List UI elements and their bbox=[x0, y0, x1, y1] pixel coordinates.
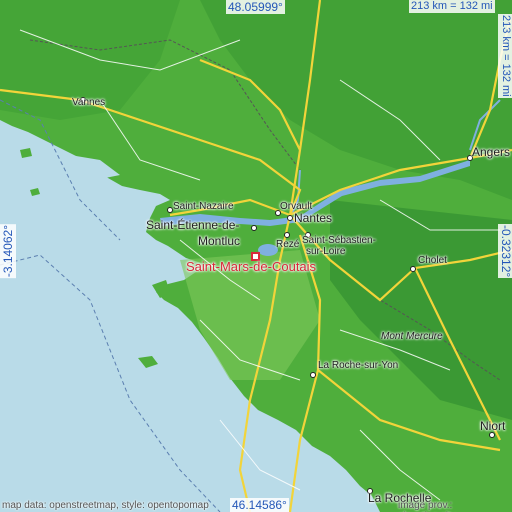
coord-left: -3.14062° bbox=[0, 224, 16, 279]
city-label-niort: Niort bbox=[480, 419, 506, 433]
target-location-label: Saint-Mars-de-Coutais bbox=[186, 259, 317, 274]
scale-vertical: 213 km = 132 mi bbox=[498, 14, 512, 98]
scale-horizontal: 213 km = 132 mi bbox=[409, 0, 495, 13]
map-credit: map data: openstreetmap, style: opentopo… bbox=[2, 500, 209, 511]
map-view[interactable]: Vannes Angers Saint-Nazaire Orvault Nant… bbox=[0, 0, 512, 512]
city-label-angers: Angers bbox=[472, 145, 511, 159]
city-label-vannes: Vannes bbox=[72, 97, 106, 108]
city-label-saint-etienne-2: Montluc bbox=[198, 234, 241, 248]
city-label-cholet: Cholet bbox=[418, 255, 447, 266]
coord-bottom: 46.14586° bbox=[230, 498, 289, 512]
city-label-saint-sebastien-1: Saint-Sébastien- bbox=[302, 235, 376, 246]
city-label-saint-sebastien-2: sur-Loire bbox=[306, 246, 346, 257]
city-label-saint-nazaire: Saint-Nazaire bbox=[173, 201, 234, 212]
image-credit: image prov.: elevation.city bbox=[398, 500, 456, 512]
reze-dot bbox=[284, 232, 290, 238]
nantes-dot bbox=[287, 215, 293, 221]
cholet-dot bbox=[410, 266, 416, 272]
coord-right: -0.32312° bbox=[498, 224, 512, 279]
city-label-saint-etienne-1: Saint-Étienne-de- bbox=[146, 218, 240, 232]
peak-label-mont-mercure: Mont Mercure bbox=[381, 331, 443, 342]
city-label-la-roche: La Roche-sur-Yon bbox=[318, 360, 399, 371]
city-label-nantes: Nantes bbox=[294, 211, 333, 225]
city-label-reze: Rezé bbox=[276, 239, 300, 250]
coord-top: 48.05999° bbox=[226, 0, 285, 14]
saint-etienne-dot bbox=[251, 225, 257, 231]
la-roche-dot bbox=[310, 372, 316, 378]
